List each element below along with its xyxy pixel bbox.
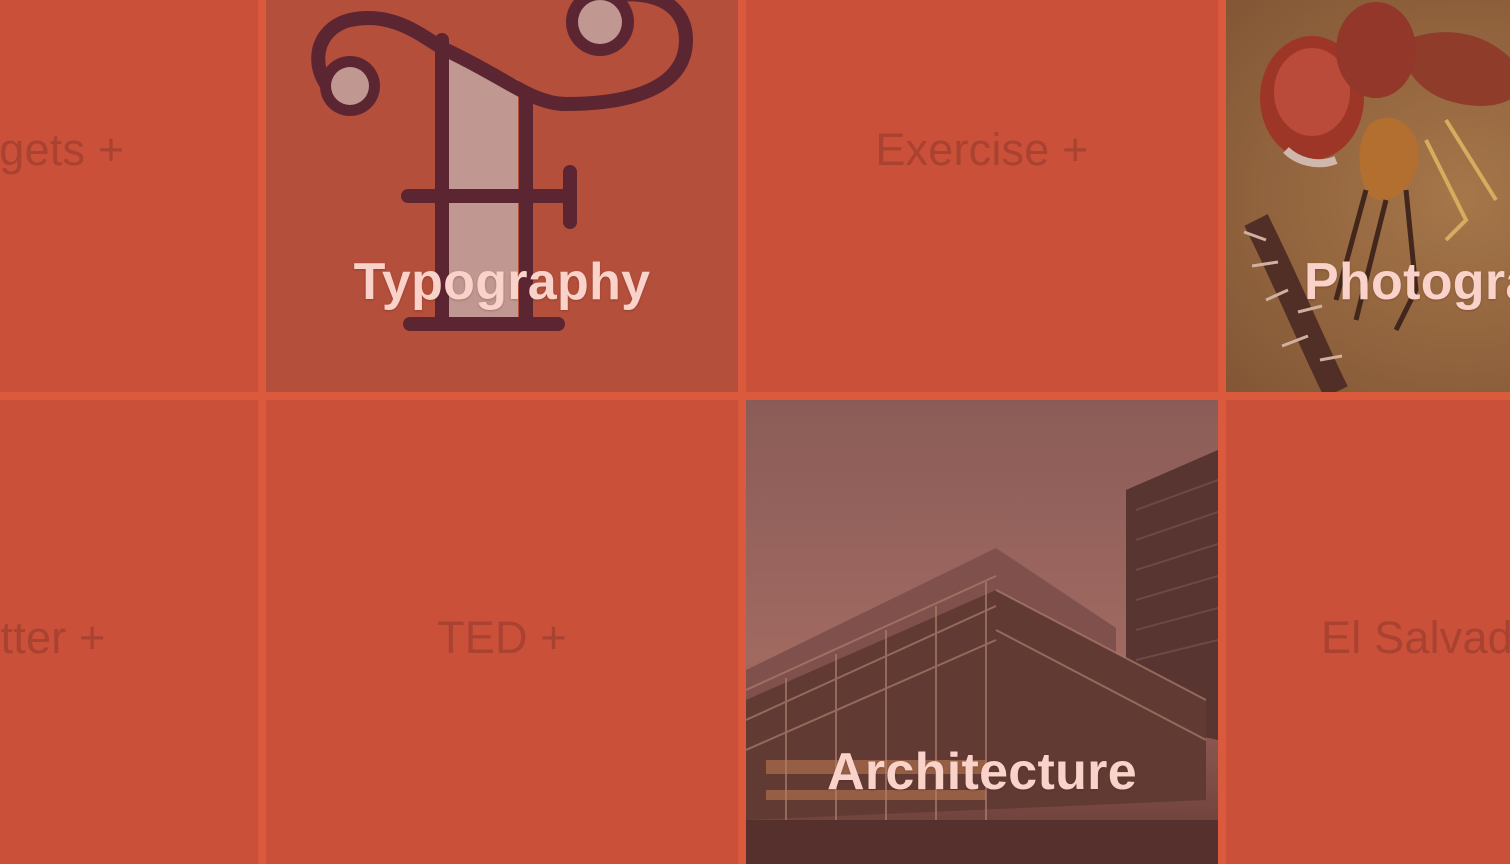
typography-letter-t-icon bbox=[311, 0, 694, 331]
tile-typography[interactable]: Typography bbox=[266, 0, 738, 392]
tile-el-salvador[interactable]: El Salvador + bbox=[1226, 400, 1510, 864]
tile-exercise[interactable]: Exercise + bbox=[746, 0, 1218, 392]
tile-twitter-label: Twitter + bbox=[0, 612, 106, 663]
tile-photography-label: Photography bbox=[1304, 253, 1510, 311]
tile-typography-label: Typography bbox=[353, 253, 651, 311]
tile-architecture[interactable]: Architecture bbox=[746, 400, 1218, 864]
tile-gadgets-label: Gadgets + bbox=[0, 124, 125, 175]
tile-ted[interactable]: TED + bbox=[266, 400, 738, 864]
category-grid: Gadgets + Typography Exercise + bbox=[0, 0, 1510, 864]
tile-exercise-label: Exercise + bbox=[875, 124, 1089, 175]
tile-twitter[interactable]: Twitter + bbox=[0, 400, 258, 864]
dragonfly-photo bbox=[1226, 0, 1510, 392]
tile-ted-label: TED + bbox=[437, 612, 567, 663]
tile-el-salvador-label: El Salvador + bbox=[1321, 612, 1510, 663]
tile-photography[interactable]: Photography bbox=[1226, 0, 1510, 392]
tile-architecture-label: Architecture bbox=[827, 743, 1137, 801]
tile-gadgets[interactable]: Gadgets + bbox=[0, 0, 258, 392]
